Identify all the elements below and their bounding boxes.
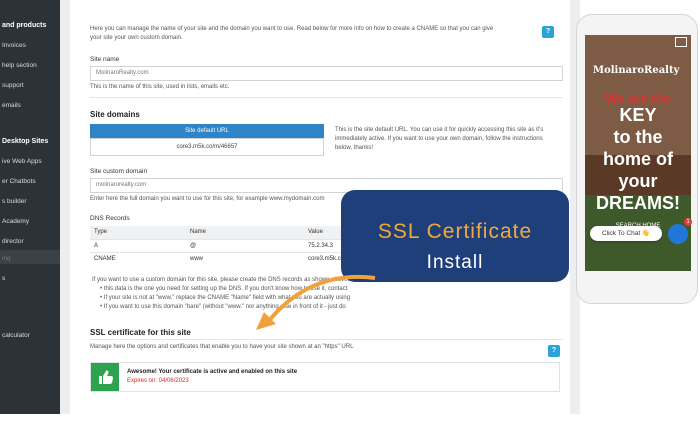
site-name-input[interactable]: MolinaroRealty.com bbox=[90, 66, 563, 81]
ssl-expiry-date: Expires on: 04/06/2023 bbox=[127, 378, 189, 384]
sidebar-item[interactable]: support bbox=[2, 82, 24, 89]
site-name-help: This is the name of this site, used in l… bbox=[90, 84, 230, 90]
hero-line: KEY bbox=[619, 105, 657, 125]
default-url-label: Site default URL bbox=[90, 124, 324, 138]
phone-bezel-bottom bbox=[585, 271, 691, 301]
sidebar-item[interactable]: er Chatbots bbox=[2, 178, 36, 185]
sidebar-item[interactable]: ing bbox=[2, 255, 11, 262]
hero-line: DREAMS! bbox=[596, 193, 680, 213]
table-header-row: Type Name Value bbox=[90, 226, 352, 239]
sidebar-item[interactable]: help section bbox=[2, 62, 37, 69]
ssl-heading: SSL certificate for this site bbox=[90, 328, 191, 337]
ssl-status-text: Awesome! Your certificate is active and … bbox=[127, 369, 298, 375]
custom-domain-help: Enter here the full domain you want to u… bbox=[90, 196, 325, 202]
thumbs-up-icon bbox=[99, 370, 113, 384]
dns-records-table: Type Name Value A @ 75.2.34.3 CNAME www … bbox=[90, 226, 352, 265]
ssl-description: Manage here the options and certificates… bbox=[90, 344, 354, 350]
promo-badge: SSL Certificate Install bbox=[341, 190, 569, 282]
sidebar-item[interactable]: calculator bbox=[2, 332, 30, 339]
hero-line: to the bbox=[613, 127, 663, 147]
sidebar-item[interactable]: ive Web Apps bbox=[2, 158, 42, 165]
site-name-label: Site name bbox=[90, 56, 120, 63]
dns-type-cell: A bbox=[90, 238, 186, 252]
sidebar-item[interactable]: emails bbox=[2, 102, 21, 109]
promo-title: SSL Certificate bbox=[377, 220, 533, 243]
chat-bubble-icon[interactable] bbox=[668, 224, 688, 244]
table-row: A @ 75.2.34.3 bbox=[90, 238, 352, 252]
help-button[interactable]: ? bbox=[548, 345, 560, 357]
hero-line: your bbox=[618, 171, 658, 191]
sidebar-item[interactable]: Academy bbox=[2, 218, 29, 225]
default-url-description-line-1: This is the site default URL. You can us… bbox=[335, 127, 544, 133]
column-header-type: Type bbox=[90, 226, 186, 239]
sidebar-item[interactable]: s builder bbox=[2, 198, 27, 205]
dns-name-cell: www bbox=[186, 251, 304, 265]
ssl-status-indicator bbox=[91, 363, 119, 391]
default-url-description-line-3: below, thanks! bbox=[335, 145, 374, 151]
sidebar-item[interactable]: director bbox=[2, 238, 24, 245]
sidebar-item[interactable]: s bbox=[2, 275, 5, 282]
default-url-value[interactable]: core3.m5k.co/m/46657 bbox=[90, 138, 324, 156]
sidebar-nav: and products Invoices help section support e… bbox=[0, 0, 60, 414]
hero-line: home of bbox=[603, 149, 673, 169]
intro-text-line-2: your site your own custom domain. bbox=[90, 35, 183, 41]
phone-mockup: MolinaroRealty We are the KEY to the hom… bbox=[576, 14, 698, 304]
ssl-status-box: Awesome! Your certificate is active and … bbox=[90, 362, 560, 392]
chat-button[interactable]: Click To Chat 👋 bbox=[590, 226, 662, 241]
default-url-description: This is the site default URL. You can us… bbox=[335, 126, 563, 153]
site-logo: MolinaroRealty bbox=[593, 65, 680, 76]
custom-domain-label: Site custom domain bbox=[90, 168, 148, 175]
hero-line: We are the bbox=[605, 91, 671, 106]
dns-type-cell: CNAME bbox=[90, 251, 186, 265]
unread-count-badge: 1 bbox=[684, 218, 692, 226]
menu-icon[interactable] bbox=[675, 37, 687, 47]
dns-name-cell: @ bbox=[186, 238, 304, 252]
column-header-name: Name bbox=[186, 226, 304, 239]
intro-text-line-1: Here you can manage the name of your sit… bbox=[90, 26, 494, 32]
intro-text: Here you can manage the name of your sit… bbox=[90, 25, 530, 43]
sidebar-item[interactable]: and products bbox=[2, 22, 46, 29]
sidebar-item[interactable]: Desktop Sites bbox=[2, 138, 48, 145]
help-button[interactable]: ? bbox=[542, 26, 554, 38]
default-url-description-line-2: immediately active. If you want to use y… bbox=[335, 136, 543, 142]
sidebar-item[interactable]: Invoices bbox=[2, 42, 26, 49]
dns-records-heading: DNS Records bbox=[90, 215, 130, 222]
site-domains-heading: Site domains bbox=[90, 110, 140, 119]
divider bbox=[90, 97, 563, 98]
arrow-icon bbox=[256, 275, 376, 330]
table-row: CNAME www core3.m5k.co bbox=[90, 251, 352, 265]
